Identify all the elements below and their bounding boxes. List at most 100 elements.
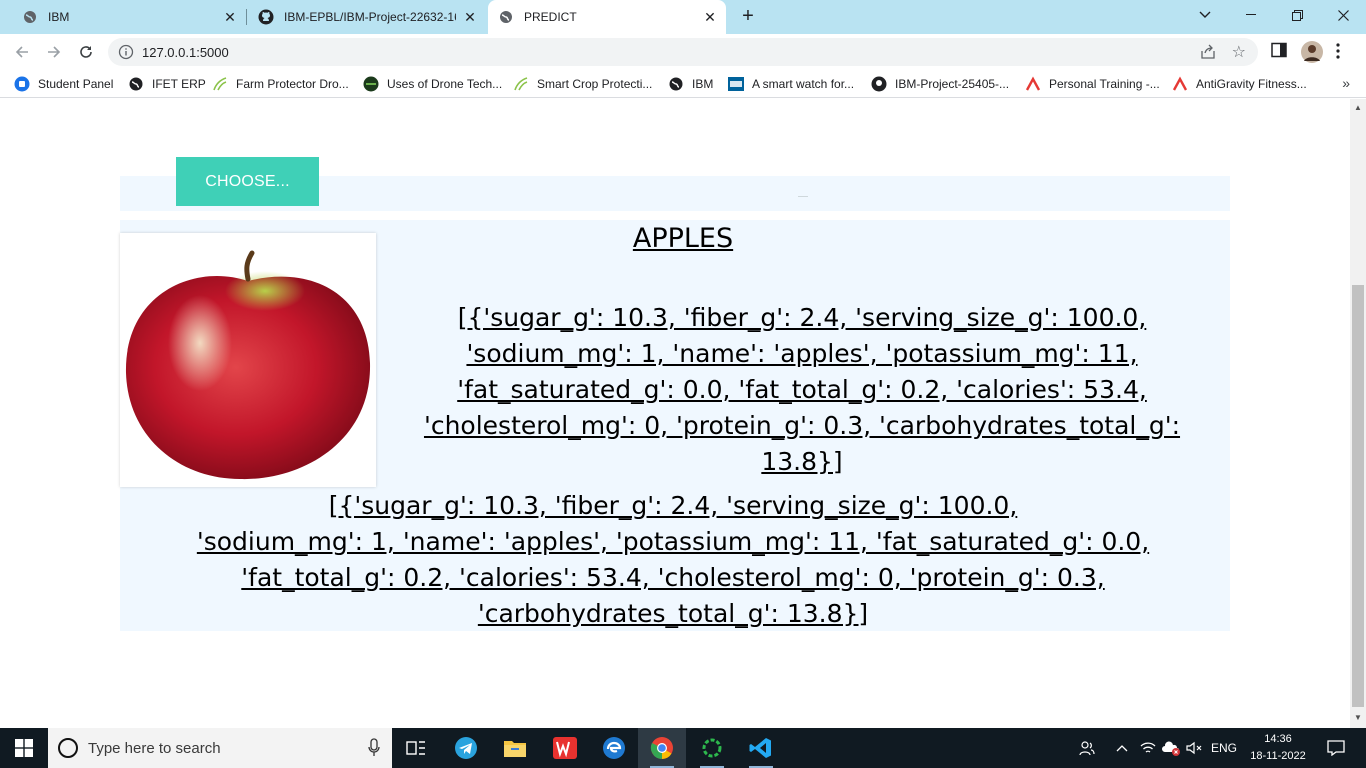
tab-search-chevron-icon[interactable]: [1182, 0, 1228, 30]
share-icon[interactable]: [1200, 44, 1216, 65]
address-bar[interactable]: 127.0.0.1:5000 ☆: [108, 38, 1258, 66]
bookmark-label: A smart watch for...: [752, 77, 855, 91]
restore-icon[interactable]: [1274, 0, 1320, 30]
tab-strip: IBM ✕ IBM-EPBL/IBM-Project-22632-16 ✕ PR…: [0, 0, 1366, 34]
bookmark-smart-crop[interactable]: Smart Crop Protecti...: [513, 76, 652, 92]
vscode-icon[interactable]: [737, 728, 785, 768]
side-panel-icon[interactable]: [1271, 42, 1287, 63]
github-icon: [871, 76, 887, 92]
prediction-line: 'fat_saturated_g': 0.0, 'fat_total_g': 0…: [457, 375, 1147, 404]
bookmarks-bar: Student Panel IFET ERP Farm Protector Dr…: [0, 70, 1366, 98]
bookmark-smart-watch[interactable]: A smart watch for...: [728, 76, 854, 92]
prediction-output-2: [{'sugar_g': 10.3, 'fiber_g': 2.4, 'serv…: [168, 488, 1178, 632]
globe-icon: [668, 76, 684, 92]
scroll-up-icon[interactable]: ▲: [1354, 103, 1362, 112]
volume-muted-icon[interactable]: [1184, 728, 1204, 768]
reload-icon[interactable]: [74, 40, 98, 64]
edge-icon[interactable]: [590, 728, 638, 768]
wifi-icon[interactable]: [1138, 728, 1158, 768]
globe-icon: [128, 76, 144, 92]
prediction-line: [{'sugar_g': 10.3, 'fiber_g': 2.4, 'serv…: [328, 491, 1018, 520]
prediction-line: 'cholesterol_mg': 0, 'protein_g': 0.3, '…: [423, 411, 1181, 440]
bookmark-label: Uses of Drone Tech...: [387, 77, 503, 91]
tab-github-project[interactable]: IBM-EPBL/IBM-Project-22632-16 ✕: [236, 0, 486, 34]
bookmark-label: Farm Protector Dro...: [236, 77, 349, 91]
clock-time: 14:36: [1264, 733, 1292, 745]
prediction-line: 'sodium_mg': 1, 'name': 'apples', 'potas…: [466, 339, 1138, 368]
notification-center-icon[interactable]: [1318, 728, 1354, 768]
back-icon[interactable]: [10, 40, 34, 64]
leaf-icon: [212, 76, 228, 92]
bookmark-farm-protector[interactable]: Farm Protector Dro...: [212, 76, 349, 92]
bookmark-ifet-erp[interactable]: IFET ERP: [128, 76, 206, 92]
site-info-icon[interactable]: [118, 44, 134, 60]
choose-file-button[interactable]: CHOOSE...: [176, 157, 319, 206]
prediction-line: 'carbohydrates_total_g': 13.8}]: [477, 599, 869, 628]
new-tab-icon[interactable]: +: [737, 6, 759, 28]
spinner-app-icon[interactable]: [688, 728, 736, 768]
microphone-icon[interactable]: [368, 738, 380, 763]
prediction-line: 'sodium_mg': 1, 'name': 'apples', 'potas…: [196, 527, 1150, 556]
prediction-line: 13.8}]: [761, 447, 843, 476]
search-placeholder: Type here to search: [88, 740, 221, 757]
scroll-down-icon[interactable]: ▼: [1354, 713, 1362, 722]
menu-kebab-icon[interactable]: [1336, 43, 1340, 64]
profile-avatar[interactable]: [1301, 41, 1323, 68]
bookmark-label: Personal Training -...: [1049, 77, 1160, 91]
close-tab-icon[interactable]: ✕: [702, 9, 718, 25]
bookmark-ibm[interactable]: IBM: [668, 76, 713, 92]
onedrive-sync-error-icon[interactable]: [1160, 728, 1182, 768]
bookmark-drone-tech[interactable]: Uses of Drone Tech...: [363, 76, 502, 92]
tab-ibm[interactable]: IBM ✕: [0, 0, 246, 34]
antigravity-icon: [1025, 76, 1041, 92]
tab-title: PREDICT: [524, 10, 577, 24]
bookmark-label: Smart Crop Protecti...: [537, 77, 653, 91]
close-tab-icon[interactable]: ✕: [462, 9, 478, 25]
bookmark-student-panel[interactable]: Student Panel: [14, 76, 113, 92]
bookmark-label: Student Panel: [38, 77, 114, 91]
people-icon[interactable]: [1076, 728, 1098, 768]
show-hidden-icons-chevron-icon[interactable]: [1112, 728, 1132, 768]
system-clock[interactable]: 14:36 18-11-2022: [1248, 731, 1308, 765]
bookmark-ibm-project[interactable]: IBM-Project-25405-...: [871, 76, 1009, 92]
task-view-icon[interactable]: [392, 728, 440, 768]
bookmark-label: IBM: [692, 77, 714, 91]
forward-icon[interactable]: [42, 40, 66, 64]
taskbar-search-box[interactable]: Type here to search: [48, 728, 392, 768]
bookmark-label: IBM-Project-25405-...: [895, 77, 1010, 91]
tab-title: IBM: [48, 10, 70, 24]
antigravity-icon: [1172, 76, 1188, 92]
page-content: CHOOSE... APPLES [{'sugar_g': 10.3, 'fib…: [0, 99, 1350, 728]
leaf-icon: [513, 76, 529, 92]
prediction-output-1: [{'sugar_g': 10.3, 'fiber_g': 2.4, 'serv…: [388, 300, 1216, 480]
prediction-line: [{'sugar_g': 10.3, 'fiber_g': 2.4, 'serv…: [457, 303, 1147, 332]
chrome-icon[interactable]: [638, 728, 686, 768]
apple-image: [125, 250, 371, 480]
tab-title: IBM-EPBL/IBM-Project-22632-16: [284, 10, 456, 24]
minimize-icon[interactable]: [1228, 0, 1274, 30]
drone-icon: [363, 76, 379, 92]
bookmark-personal-training[interactable]: Personal Training -...: [1025, 76, 1160, 92]
wps-office-icon[interactable]: [541, 728, 589, 768]
globe-icon: [498, 9, 514, 25]
clock-date: 18-11-2022: [1250, 750, 1306, 762]
ieee-icon: [728, 76, 744, 92]
url-text[interactable]: 127.0.0.1:5000: [142, 45, 229, 60]
github-icon: [258, 9, 274, 25]
bookmark-label: IFET ERP: [152, 77, 206, 91]
scrollbar-thumb[interactable]: [1352, 285, 1364, 707]
student-panel-icon: [14, 76, 30, 92]
telegram-icon[interactable]: [442, 728, 490, 768]
file-explorer-icon[interactable]: [491, 728, 539, 768]
windows-start-icon[interactable]: [0, 728, 48, 768]
bookmark-antigravity-fitness[interactable]: AntiGravity Fitness...: [1172, 76, 1307, 92]
tab-predict[interactable]: PREDICT ✕: [488, 0, 726, 34]
language-indicator[interactable]: ENG: [1206, 728, 1242, 768]
close-window-icon[interactable]: [1320, 0, 1366, 30]
vertical-scrollbar[interactable]: ▲ ▼: [1350, 99, 1366, 728]
bookmark-star-icon[interactable]: ☆: [1232, 42, 1246, 62]
prediction-line: 'fat_total_g': 0.2, 'calories': 53.4, 'c…: [241, 563, 1105, 592]
browser-toolbar: 127.0.0.1:5000 ☆: [0, 34, 1366, 70]
more-bookmarks-icon[interactable]: »: [1342, 75, 1350, 91]
uploaded-image: [120, 233, 376, 487]
